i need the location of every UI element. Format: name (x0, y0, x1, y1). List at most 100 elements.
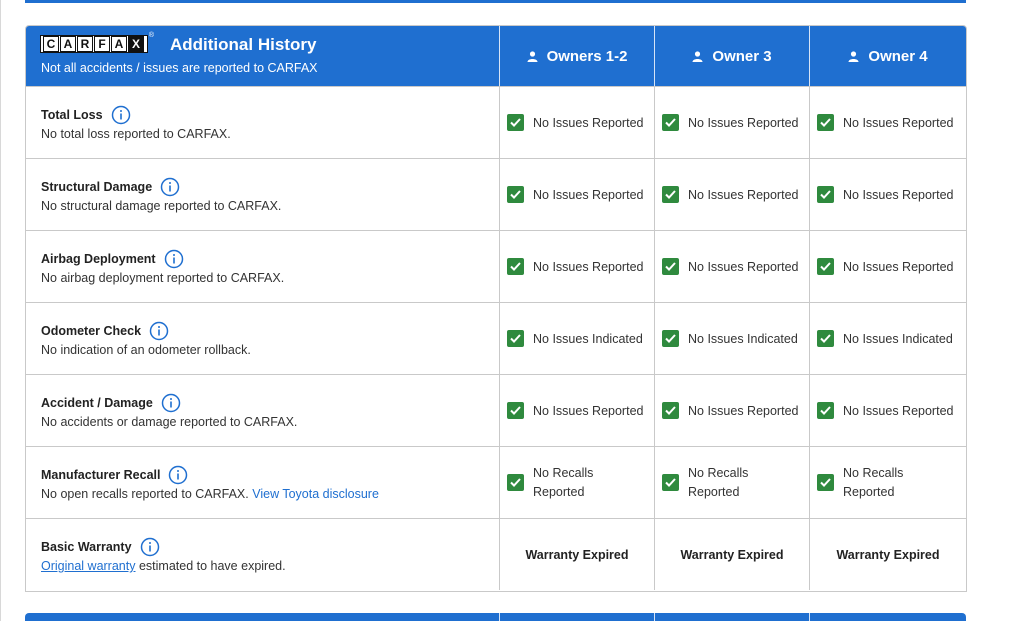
owner-status-cell: No Issues Indicated (655, 303, 810, 374)
owner-status-cell: No Recalls Reported (655, 447, 810, 518)
logo-letter: F (94, 36, 110, 52)
status-text: No Issues Reported (533, 187, 644, 202)
row-title: Structural Damage (41, 177, 180, 197)
status-text: No Issues Reported (688, 259, 799, 274)
check-icon (662, 402, 679, 419)
status-text: No Recalls Reported (843, 464, 903, 502)
status-text: No Recalls Reported (533, 464, 593, 502)
owner-status-cell: No Issues Reported (655, 87, 810, 158)
logo-letter: A (111, 36, 127, 52)
owner-status-cell: No Issues Reported (810, 87, 966, 158)
owner-status-cell: No Recalls Reported (500, 447, 655, 518)
owner-status-cell: No Issues Reported (655, 375, 810, 446)
owner-status-cell: Warranty Expired (810, 519, 966, 590)
owner-status-cell: No Issues Indicated (810, 303, 966, 374)
status-text: No Issues Indicated (533, 331, 643, 346)
status-text: No Issues Reported (843, 115, 954, 130)
status-line-1: No Recalls (688, 465, 749, 480)
history-row-odometer-check: Odometer Check No indication of an odome… (26, 302, 966, 374)
additional-history-card: C A R F A X ® Additional History Not all… (25, 25, 967, 592)
owner-label: Owner 3 (712, 47, 772, 65)
warranty-status: Warranty Expired (680, 547, 784, 562)
check-icon (507, 402, 524, 419)
status-text: No Issues Indicated (688, 331, 798, 346)
column-divider (654, 613, 655, 621)
row-description: No accidents or damage reported to CARFA… (41, 415, 298, 429)
card-header: C A R F A X ® Additional History Not all… (26, 26, 966, 86)
owner-status-cell: No Issues Reported (500, 159, 655, 230)
check-icon (662, 258, 679, 275)
history-row-basic-warranty: Basic Warranty Original warranty estimat… (26, 518, 966, 590)
info-icon[interactable] (164, 249, 184, 269)
status-text: No Issues Reported (533, 115, 644, 130)
row-description: No open recalls reported to CARFAX. View… (41, 487, 379, 501)
check-icon (507, 330, 524, 347)
status-text: No Issues Reported (688, 403, 799, 418)
row-label-cell: Accident / Damage No accidents or damage… (26, 375, 500, 446)
owner-status-cell: No Issues Reported (655, 159, 810, 230)
status-line-2: Reported (533, 484, 585, 499)
logo-trademark: ® (148, 32, 154, 39)
check-icon (662, 186, 679, 203)
status-text: No Issues Reported (533, 259, 644, 274)
row-title-text: Airbag Deployment (41, 252, 156, 266)
carfax-logo: C A R F A X ® (40, 32, 154, 53)
warranty-status: Warranty Expired (525, 547, 629, 562)
info-icon[interactable] (111, 105, 131, 125)
check-icon (662, 474, 679, 491)
row-title: Total Loss (41, 105, 131, 125)
row-title: Airbag Deployment (41, 249, 184, 269)
row-label-cell: Manufacturer Recall No open recalls repo… (26, 447, 500, 518)
status-text: No Issues Indicated (843, 331, 953, 346)
column-divider (499, 613, 500, 621)
history-row-accident-damage: Accident / Damage No accidents or damage… (26, 374, 966, 446)
row-title-text: Total Loss (41, 108, 103, 122)
check-icon (817, 402, 834, 419)
history-row-airbag-deployment: Airbag Deployment No airbag deployment r… (26, 230, 966, 302)
check-icon (817, 474, 834, 491)
status-text: No Issues Reported (843, 187, 954, 202)
person-icon (848, 50, 859, 62)
status-line-2: Reported (688, 484, 740, 499)
info-icon[interactable] (140, 537, 160, 557)
row-title-text: Structural Damage (41, 180, 153, 194)
status-text: No Issues Reported (843, 259, 954, 274)
owner-status-cell: No Issues Reported (810, 375, 966, 446)
row-description: No total loss reported to CARFAX. (41, 127, 231, 141)
row-description: No indication of an odometer rollback. (41, 343, 251, 357)
row-label-cell: Odometer Check No indication of an odome… (26, 303, 500, 374)
original-warranty-link[interactable]: Original warranty (41, 559, 135, 573)
check-icon (507, 186, 524, 203)
status-text: No Issues Reported (688, 115, 799, 130)
row-label-cell: Basic Warranty Original warranty estimat… (26, 519, 500, 590)
owner-status-cell: No Issues Reported (500, 87, 655, 158)
info-icon[interactable] (149, 321, 169, 341)
owner-status-cell: No Recalls Reported (810, 447, 966, 518)
owner-status-cell: No Issues Reported (810, 231, 966, 302)
row-description: Original warranty estimated to have expi… (41, 559, 286, 573)
info-icon[interactable] (168, 465, 188, 485)
row-title-text: Basic Warranty (41, 540, 132, 554)
warranty-status: Warranty Expired (836, 547, 940, 562)
history-row-structural-damage: Structural Damage No structural damage r… (26, 158, 966, 230)
person-icon (692, 50, 703, 62)
section-title: Additional History (170, 35, 317, 54)
check-icon (662, 114, 679, 131)
info-icon[interactable] (161, 393, 181, 413)
owner-label: Owner 4 (868, 47, 928, 65)
check-icon (817, 258, 834, 275)
check-icon (662, 330, 679, 347)
owner-status-cell: No Issues Indicated (500, 303, 655, 374)
owner-status-cell: Warranty Expired (655, 519, 810, 590)
info-icon[interactable] (160, 177, 180, 197)
row-title-text: Accident / Damage (41, 396, 153, 410)
row-label-cell: Structural Damage No structural damage r… (26, 159, 500, 230)
check-icon (817, 330, 834, 347)
row-description: No airbag deployment reported to CARFAX. (41, 271, 285, 285)
next-section-header (25, 613, 966, 621)
owner-label: Owners 1-2 (546, 47, 628, 65)
row-description-text: estimated to have expired. (138, 559, 286, 573)
row-title-text: Manufacturer Recall (41, 468, 161, 482)
view-toyota-disclosure-link[interactable]: View Toyota disclosure (252, 487, 379, 501)
status-text: No Issues Reported (533, 403, 644, 418)
